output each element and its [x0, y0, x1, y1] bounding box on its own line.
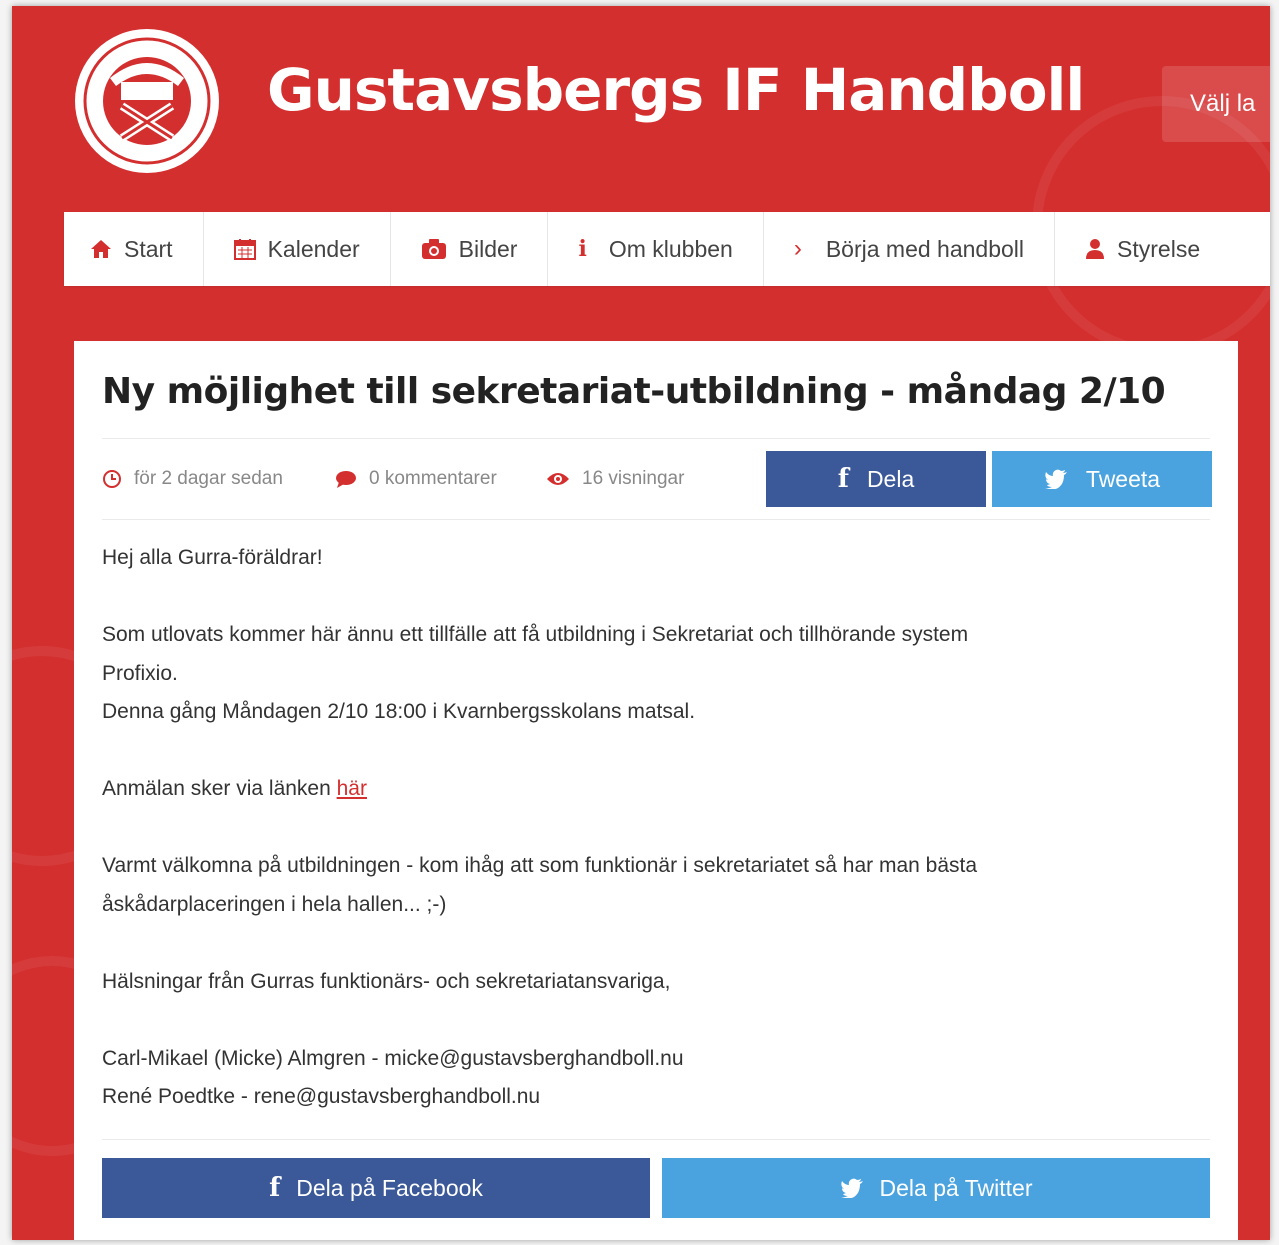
twitter-icon [1044, 469, 1068, 489]
calendar-icon [233, 238, 256, 260]
nav-item-label: Styrelse [1117, 235, 1201, 262]
post-meta-row: för 2 dagar sedan 0 kommentarer 16 visni… [102, 438, 1212, 520]
post-time-text: för 2 dagar sedan [134, 468, 283, 489]
nav-item-label: Om klubben [608, 235, 733, 262]
team-select-dropdown[interactable]: Välj la [1162, 66, 1270, 142]
facebook-icon: f [837, 464, 849, 494]
post-paragraph-line: Profixio. [102, 661, 178, 685]
post-paragraph-line: Som utlovats kommer här ännu ett tillfäl… [102, 623, 969, 646]
facebook-share-bottom-label: Dela på Facebook [296, 1174, 483, 1201]
camera-icon [421, 238, 447, 260]
twitter-share-button[interactable]: Tweeta [992, 451, 1212, 507]
post-regards: Hälsningar från Gurras funktionärs- och … [102, 969, 671, 993]
clock-icon [102, 469, 122, 489]
facebook-icon: f [269, 1173, 281, 1203]
nav-item-styrelse[interactable]: Styrelse [1055, 212, 1230, 286]
post-title: Ny möjlighet till sekretariat-utbildning… [102, 371, 1166, 412]
user-icon [1085, 238, 1105, 260]
nav-item-kalender[interactable]: Kalender [204, 212, 391, 286]
twitter-share-bottom-button[interactable]: Dela på Twitter [662, 1158, 1210, 1218]
site-title[interactable]: Gustavsbergs IF Handboll [267, 56, 1085, 124]
comment-icon [335, 469, 357, 489]
nav-item-start[interactable]: Start [64, 212, 204, 286]
nav-item-label: Kalender [267, 235, 360, 262]
main-navigation: Start Kalender Bilder i Om klubben › Bör… [64, 212, 1270, 286]
post-views-text: 16 visningar [582, 468, 685, 489]
contact-line: Carl-Mikael (Micke) Almgren - micke@gust… [102, 1046, 684, 1070]
nav-item-om-klubben[interactable]: i Om klubben [548, 212, 764, 286]
facebook-share-button[interactable]: f Dela [766, 451, 986, 507]
nav-item-label: Bilder [458, 235, 518, 262]
post-body: Hej alla Gurra-föräldrar! Som utlovats k… [102, 539, 1212, 1117]
nav-item-label: Start [124, 235, 173, 262]
post-comments[interactable]: 0 kommentarer [335, 439, 497, 519]
news-post-card: Ny möjlighet till sekretariat-utbildning… [74, 341, 1238, 1240]
nav-item-bilder[interactable]: Bilder [391, 212, 549, 286]
post-greeting: Hej alla Gurra-föräldrar! [102, 546, 323, 569]
post-comments-text: 0 kommentarer [369, 468, 497, 489]
facebook-share-bottom-button[interactable]: f Dela på Facebook [102, 1158, 650, 1218]
site-header: Gustavsbergs IF Handboll Välj la [12, 6, 1270, 206]
page-background: Gustavsbergs IF Handboll Välj la Start K… [12, 6, 1270, 1240]
nav-item-label: Börja med handboll [825, 235, 1025, 262]
divider [102, 1139, 1210, 1140]
club-logo[interactable] [72, 26, 222, 176]
contact-line: René Poedtke - rene@gustavsberghandboll.… [102, 1085, 541, 1108]
facebook-share-label: Dela [866, 465, 915, 492]
eye-icon [546, 471, 570, 487]
signup-paragraph: Anmälan sker via länken här [102, 770, 1212, 809]
signup-link[interactable]: här [337, 777, 367, 800]
signup-text: Anmälan sker via länken [102, 777, 337, 800]
post-paragraph-line: åskådarplaceringen i hela hallen... ;-) [102, 892, 447, 916]
post-paragraph-line: Denna gång Måndagen 2/10 18:00 i Kvarnbe… [102, 700, 696, 723]
nav-item-borja-med-handboll[interactable]: › Börja med handboll [764, 212, 1056, 286]
post-views: 16 visningar [546, 439, 684, 519]
twitter-share-bottom-label: Dela på Twitter [879, 1174, 1033, 1201]
chevron-right-icon: › [793, 235, 802, 262]
twitter-share-label: Tweeta [1085, 465, 1161, 492]
post-time: för 2 dagar sedan [102, 439, 283, 519]
info-icon: i [578, 236, 587, 262]
post-paragraph-line: Varmt välkomna på utbildningen - kom ihå… [102, 854, 978, 877]
home-icon [90, 239, 112, 259]
twitter-icon [840, 1178, 864, 1198]
